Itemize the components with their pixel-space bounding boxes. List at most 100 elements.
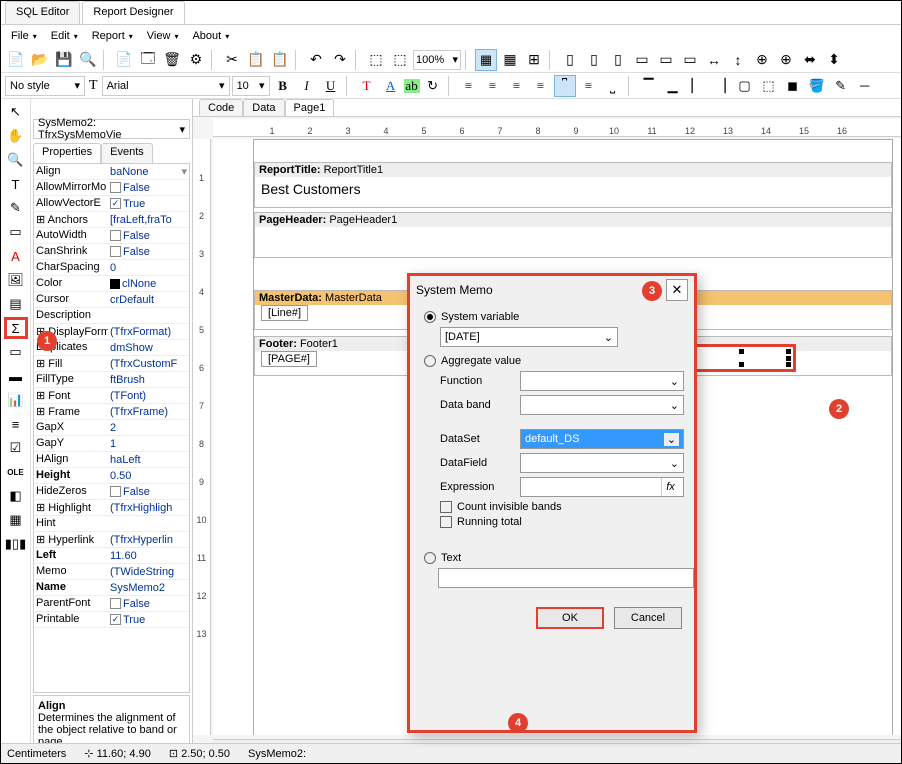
tab-sql-editor[interactable]: SQL Editor [5,1,80,24]
new-page-icon[interactable]: 📄 [113,49,135,71]
property-row[interactable]: ParentFontFalse [34,596,189,612]
band-report-title[interactable]: ReportTitle: ReportTitle1 Best Customers [254,162,892,208]
menu-file[interactable]: File▾ [5,27,43,45]
align-middle-icon[interactable]: ▭ [655,49,677,71]
text-tool-icon[interactable]: T [4,173,28,195]
fill-color-icon[interactable]: 🪣 [806,75,828,97]
align-center-h-icon[interactable]: ▯ [583,49,605,71]
frame-top-icon[interactable]: ▔ [638,75,660,97]
report-title-text[interactable]: Best Customers [255,177,891,201]
open-icon[interactable]: 📂 [29,49,51,71]
property-row[interactable]: AlignbaNone▾ [34,164,189,180]
expression-input[interactable]: fx [520,477,684,497]
save-icon[interactable]: 💾 [53,49,75,71]
property-row[interactable]: FillTypeftBrush [34,372,189,388]
tab-data[interactable]: Data [243,99,284,116]
line-tool-icon[interactable]: ▭ [4,341,28,363]
dataset-select[interactable]: default_DS⌄ [520,429,684,449]
selected-sysmemo[interactable] [686,344,796,372]
page-settings-icon[interactable]: ⚙ [185,49,207,71]
property-row[interactable]: ColorclNone [34,276,189,292]
menu-report[interactable]: Report▾ [86,27,139,45]
richtext-tool-icon[interactable]: ≡ [4,413,28,435]
frame-bottom-icon[interactable]: ▁ [662,75,684,97]
property-row[interactable]: Left11.60 [34,548,189,564]
underline-icon[interactable]: U [320,75,342,97]
font-color-icon[interactable]: Ƭ [356,75,378,97]
ok-button[interactable]: OK [536,607,604,629]
undo-icon[interactable]: ↶ [305,49,327,71]
gradient-tool-icon[interactable]: ◧ [4,485,28,507]
cancel-button[interactable]: Cancel [614,607,682,629]
property-row[interactable]: Memo(TWideString [34,564,189,580]
function-select[interactable]: ⌄ [520,371,684,391]
paste-icon[interactable]: 📋 [269,49,291,71]
property-row[interactable]: ⊞ Highlight(TfrxHighligh [34,500,189,516]
check-running-total[interactable]: Running total [440,516,684,528]
cut-icon[interactable]: ✂ [221,49,243,71]
tab-report-designer[interactable]: Report Designer [82,1,184,24]
property-row[interactable]: Height0.50 [34,468,189,484]
tab-code[interactable]: Code [199,99,243,116]
property-row[interactable]: HAlignhaLeft [34,452,189,468]
property-row[interactable]: ⊞ Fill(TfrxCustomF [34,356,189,372]
text-align-justify-icon[interactable]: ≡ [530,75,552,97]
font-combo[interactable]: Arial▾ [102,76,230,96]
band-tool-icon[interactable]: ▭ [4,221,28,243]
redo-icon[interactable]: ↷ [329,49,351,71]
menu-about[interactable]: About▾ [186,27,235,45]
radio-system-variable[interactable]: System variable [424,311,684,323]
property-row[interactable]: CursorcrDefault [34,292,189,308]
databand-select[interactable]: ⌄ [520,395,684,415]
text-input[interactable] [438,568,694,588]
shape-tool-icon[interactable]: ▬ [4,365,28,387]
new-icon[interactable]: 📄 [5,49,27,71]
style-combo[interactable]: No style▾ [5,76,85,96]
picture-tool-icon[interactable]: 🖼 [4,269,28,291]
ole-tool-icon[interactable]: OLE [4,461,28,483]
frame-right-icon[interactable]: ▕ [710,75,732,97]
tab-events[interactable]: Events [101,143,153,163]
select-tool-icon[interactable]: ↖ [4,101,28,123]
menu-edit[interactable]: Edit▾ [45,27,84,45]
hand-tool-icon[interactable]: ✋ [4,125,28,147]
group-icon[interactable]: ⬚ [365,49,387,71]
frame-shadow-icon[interactable]: ◼ [782,75,804,97]
page-field[interactable]: [PAGE#] [261,351,317,367]
fit-grid-icon[interactable]: ⊞ [523,49,545,71]
delete-page-icon[interactable]: 🗑 [161,49,183,71]
new-dialog-icon[interactable]: 🗔 [137,49,159,71]
space-v-icon[interactable]: ↕ [727,49,749,71]
property-row[interactable]: AutoWidthFalse [34,228,189,244]
frame-color-icon[interactable]: ✎ [830,75,852,97]
frame-left-icon[interactable]: ▏ [686,75,708,97]
crosstab-tool-icon[interactable]: ▦ [4,509,28,531]
highlight-bg-icon[interactable]: ab [404,79,420,93]
valign-middle-icon[interactable]: ≡ [578,75,600,97]
property-row[interactable]: NameSysMemo2 [34,580,189,596]
center-h-icon[interactable]: ⊕ [751,49,773,71]
valign-top-icon[interactable]: ⎴ [554,75,576,97]
valign-bottom-icon[interactable]: ⎵ [602,75,624,97]
grid-icon[interactable]: ▦ [475,49,497,71]
fx-icon[interactable]: fx [661,478,679,496]
property-grid[interactable]: AlignbaNone▾ AllowMirrorMoFalse AllowVec… [33,163,190,693]
system-variable-select[interactable]: [DATE]⌄ [440,327,618,347]
memo-tool-icon[interactable]: A [4,245,28,267]
space-h-icon[interactable]: ↔ [703,49,725,71]
menu-view[interactable]: View▾ [141,27,185,45]
format-tool-icon[interactable]: ✎ [4,197,28,219]
frame-style-icon[interactable]: ─ [854,75,876,97]
font-size-combo[interactable]: 10▾ [232,76,270,96]
align-bottom-icon[interactable]: ▭ [679,49,701,71]
property-row[interactable]: GapY1 [34,436,189,452]
rotate-icon[interactable]: ↻ [422,75,444,97]
property-row[interactable]: ⊞ Frame(TfrxFrame) [34,404,189,420]
tab-page1[interactable]: Page1 [285,99,335,116]
datafield-select[interactable]: ⌄ [520,453,684,473]
zoom-combo[interactable]: 100%▾ [413,50,461,70]
property-row[interactable]: Printable✓True [34,612,189,628]
property-row[interactable]: ⊞ DisplayFormat(TfrxFormat) [34,324,189,340]
bold-icon[interactable]: B [272,75,294,97]
property-row[interactable]: CanShrinkFalse [34,244,189,260]
